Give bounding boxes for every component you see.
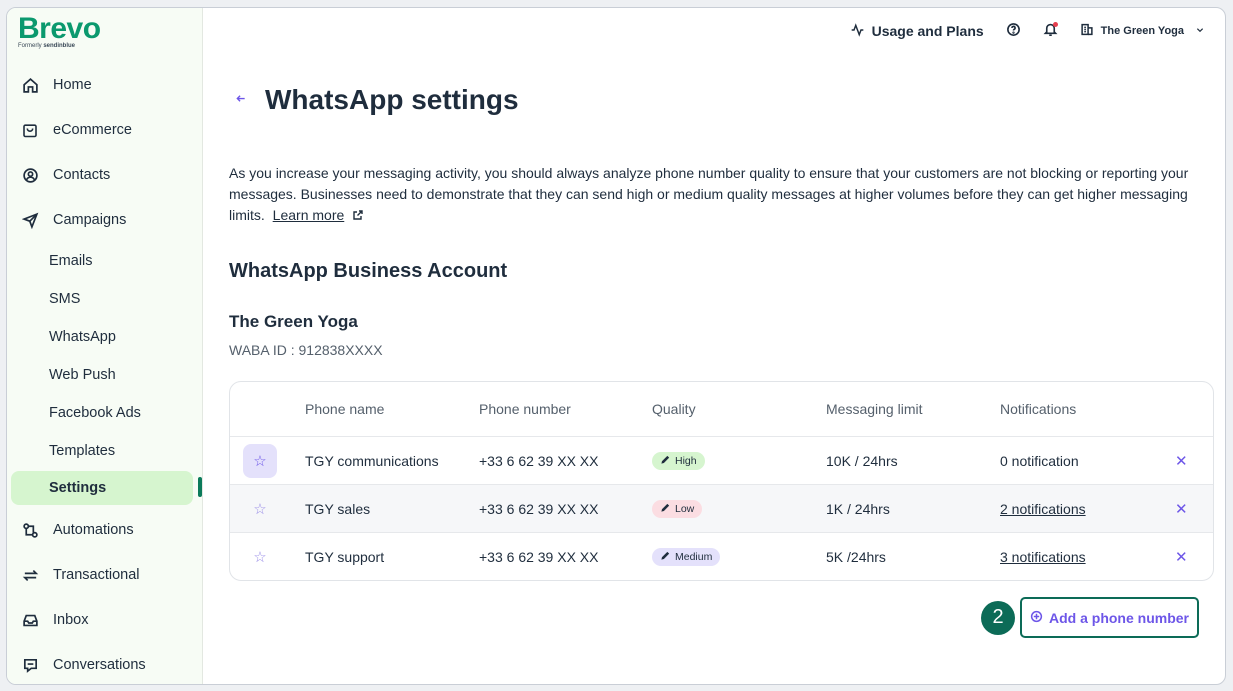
main-content: WhatsApp settings As you increase your m… (229, 8, 1214, 684)
notifications-count: 0 notification (1000, 452, 1079, 469)
sidebar-item-settings[interactable]: Settings (11, 471, 193, 505)
sidebar-item-label: Facebook Ads (49, 405, 141, 421)
pen-icon (660, 502, 671, 516)
sidebar-item-label: Campaigns (53, 212, 127, 228)
inbox-icon (21, 611, 39, 629)
sidebar-item-label: Transactional (53, 567, 140, 583)
close-icon[interactable]: ✕ (1175, 548, 1188, 566)
page-description: As you increase your messaging activity,… (229, 163, 1214, 227)
phone-name: TGY support (305, 549, 385, 565)
sidebar-item-automations[interactable]: Automations (11, 513, 193, 547)
sidebar-item-ecommerce[interactable]: eCommerce (11, 113, 193, 147)
sidebar-item-emails[interactable]: Emails (11, 244, 193, 278)
waba-id: WABA ID : 912838XXXX (229, 342, 383, 358)
external-link-icon[interactable] (352, 206, 364, 227)
sidebar-item-label: Emails (49, 253, 93, 269)
messaging-limit: 5K /24hrs (826, 549, 886, 565)
phone-number: +33 6 62 39 XX XX (479, 500, 599, 517)
transactional-icon (21, 566, 39, 584)
phone-number: +33 6 62 39 XX XX (479, 549, 599, 565)
sidebar-item-label: Home (53, 77, 92, 93)
sidebar-item-templates[interactable]: Templates (11, 434, 193, 468)
sidebar-item-label: SMS (49, 291, 81, 307)
account-name: The Green Yoga (229, 312, 358, 331)
column-header-notifications: Notifications (1000, 401, 1077, 417)
sidebar-item-inbox[interactable]: Inbox (11, 603, 193, 637)
column-header-messaging-limit: Messaging limit (826, 401, 923, 417)
pen-icon (660, 454, 671, 468)
back-arrow-icon[interactable] (235, 91, 247, 109)
sidebar: Brevo Formerly sendinblue Home eCommerce… (7, 8, 203, 684)
notifications-link[interactable]: 2 notifications (1000, 501, 1086, 517)
automation-icon (21, 521, 39, 539)
phone-name: TGY communications (305, 452, 439, 469)
home-icon (21, 76, 39, 94)
star-icon[interactable]: ☆ (243, 443, 277, 478)
app-window: Brevo Formerly sendinblue Home eCommerce… (6, 7, 1226, 685)
quality-badge: Medium (652, 548, 721, 566)
section-title: WhatsApp Business Account (229, 260, 508, 282)
star-icon[interactable]: ☆ (243, 540, 277, 574)
sidebar-item-label: Automations (53, 522, 134, 538)
notifications-link[interactable]: 3 notifications (1000, 549, 1086, 565)
active-indicator (198, 477, 202, 497)
shopping-bag-icon (21, 121, 39, 139)
sidebar-item-transactional[interactable]: Transactional (11, 558, 193, 592)
sidebar-item-conversations[interactable]: Conversations (11, 648, 193, 682)
learn-more-link[interactable]: Learn more (273, 207, 345, 223)
close-icon[interactable]: ✕ (1175, 500, 1188, 518)
table-row: ☆ TGY support +33 6 62 39 XX XX Medium 5… (230, 533, 1213, 580)
pen-icon (660, 550, 671, 564)
column-header-quality: Quality (652, 401, 696, 417)
sidebar-item-sms[interactable]: SMS (11, 282, 193, 316)
contacts-icon (21, 166, 39, 184)
table-header-row: Phone name Phone number Quality Messagin… (230, 382, 1213, 437)
sidebar-item-label: WhatsApp (49, 329, 116, 345)
plus-circle-icon (1030, 610, 1043, 626)
column-header-phone-number: Phone number (479, 401, 571, 417)
sidebar-item-web-push[interactable]: Web Push (11, 358, 193, 392)
sidebar-item-label: Web Push (49, 367, 116, 383)
brand-name: Brevo (18, 12, 101, 45)
sidebar-item-contacts[interactable]: Contacts (11, 158, 193, 192)
phone-name: TGY sales (305, 500, 371, 517)
chat-icon (21, 656, 39, 674)
phone-numbers-table: Phone name Phone number Quality Messagin… (229, 381, 1214, 581)
column-header-phone-name: Phone name (305, 401, 385, 417)
add-phone-number-button[interactable]: Add a phone number (1020, 597, 1199, 638)
page-header: WhatsApp settings (229, 84, 519, 116)
sidebar-item-label: Conversations (53, 657, 146, 673)
sidebar-item-label: Settings (49, 480, 107, 496)
messaging-limit: 10K / 24hrs (826, 452, 898, 469)
sidebar-item-label: Inbox (53, 612, 89, 628)
table-row: ☆ TGY sales +33 6 62 39 XX XX Low 1K / 2… (230, 485, 1213, 533)
sidebar-item-label: Templates (49, 443, 116, 459)
sidebar-item-home[interactable]: Home (11, 68, 193, 102)
send-icon (21, 211, 39, 229)
quality-badge: High (652, 451, 705, 470)
quality-badge: Low (652, 499, 703, 518)
phone-number: +33 6 62 39 XX XX (479, 452, 599, 469)
table-row: ☆ TGY communications +33 6 62 39 XX XX H… (230, 437, 1213, 485)
step-badge: 2 (981, 600, 1015, 635)
sidebar-item-label: eCommerce (53, 122, 132, 138)
page-title: WhatsApp settings (265, 84, 519, 115)
add-phone-number-label: Add a phone number (1049, 609, 1189, 626)
add-phone-area: 2 Add a phone number (981, 597, 1199, 638)
star-icon[interactable]: ☆ (243, 492, 277, 526)
sidebar-item-campaigns[interactable]: Campaigns (11, 203, 193, 237)
brevo-logo[interactable]: Brevo Formerly sendinblue (18, 12, 101, 50)
messaging-limit: 1K / 24hrs (826, 500, 890, 517)
close-icon[interactable]: ✕ (1175, 452, 1188, 470)
sidebar-item-facebook-ads[interactable]: Facebook Ads (11, 396, 193, 430)
sidebar-item-whatsapp[interactable]: WhatsApp (11, 320, 193, 354)
sidebar-item-label: Contacts (53, 167, 111, 183)
